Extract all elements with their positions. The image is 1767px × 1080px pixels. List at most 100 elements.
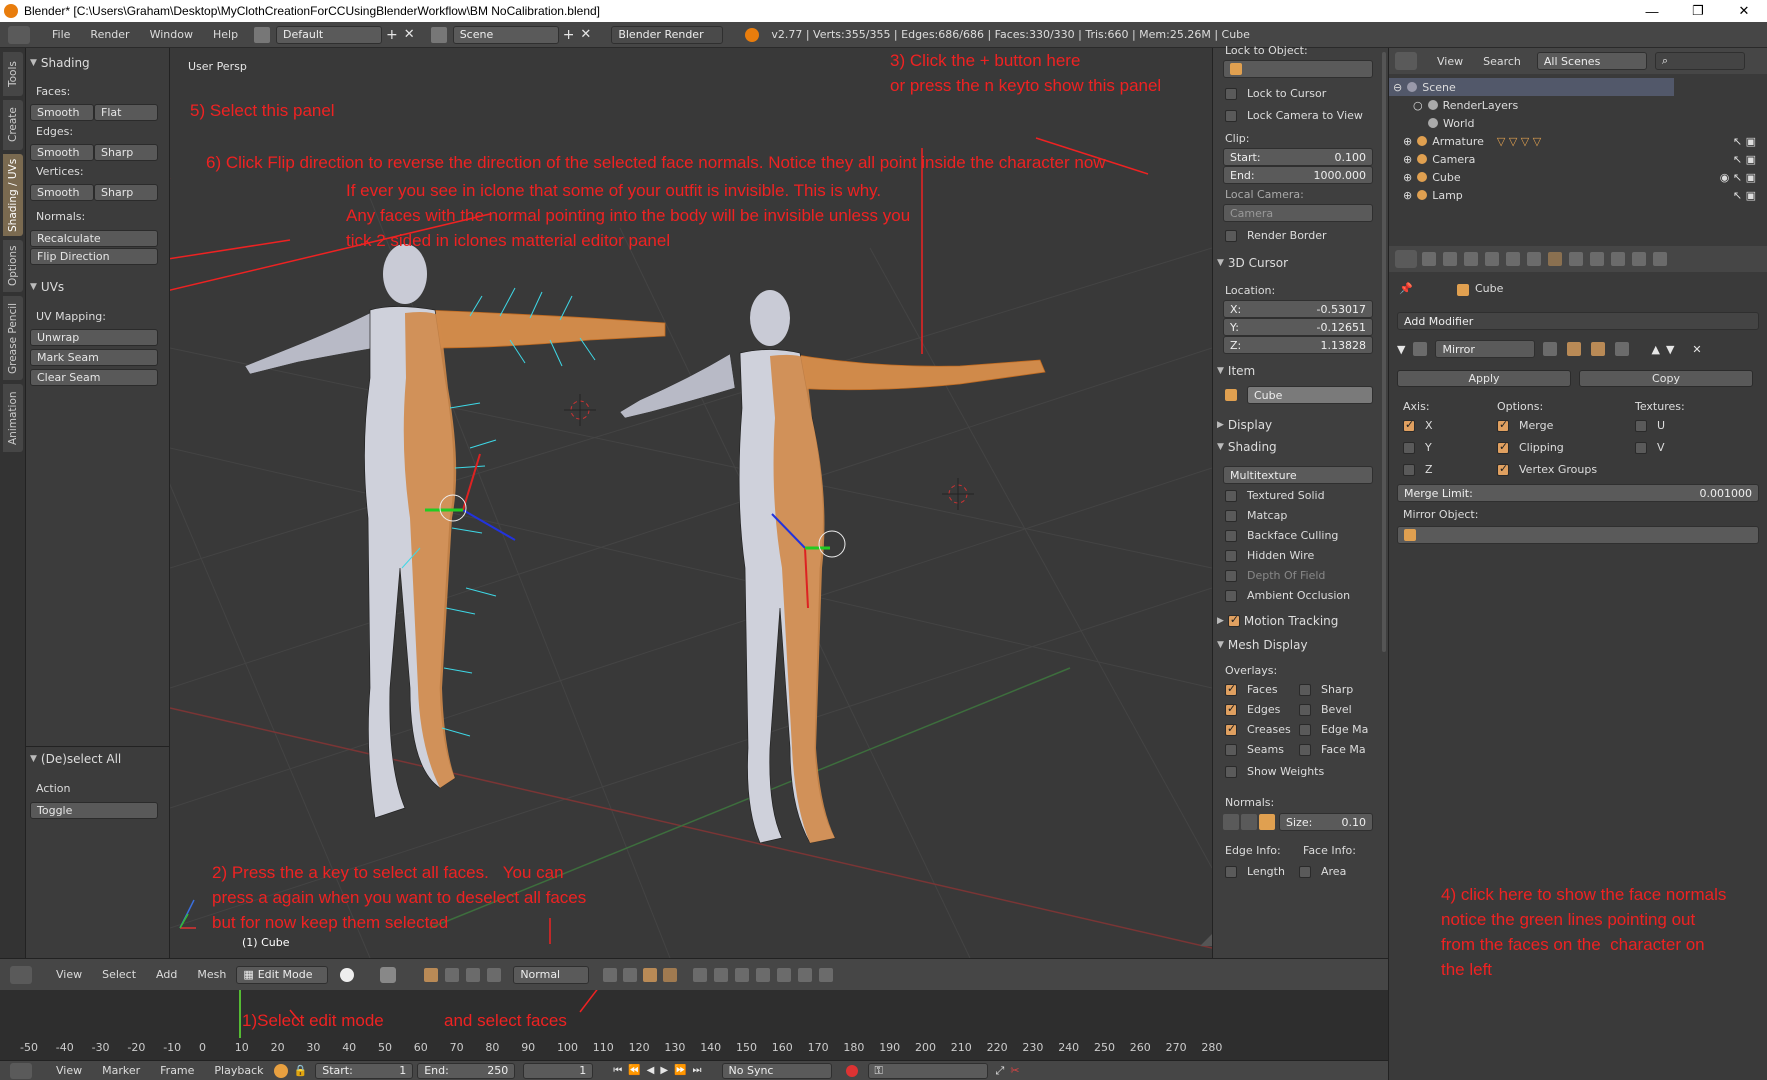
- tl-menu-marker[interactable]: Marker: [92, 1064, 150, 1077]
- end-frame-field[interactable]: End: 250: [417, 1062, 516, 1079]
- remove-modifier-icon[interactable]: ✕: [1692, 343, 1701, 356]
- texture-tab-icon[interactable]: [1611, 252, 1625, 266]
- current-frame-field[interactable]: 1: [523, 1062, 594, 1079]
- clip-end-field[interactable]: End: 1000.000: [1223, 166, 1373, 184]
- object-tab-icon[interactable]: [1506, 252, 1520, 266]
- edge-marks-overlay-checkbox[interactable]: [1299, 724, 1311, 736]
- vertices-sharp-button[interactable]: Sharp: [94, 184, 158, 201]
- info-editor-icon[interactable]: [8, 25, 30, 44]
- vp-menu-select[interactable]: Select: [92, 968, 146, 981]
- menu-help[interactable]: Help: [203, 28, 248, 41]
- vertices-smooth-button[interactable]: Smooth: [30, 184, 94, 201]
- sync-select[interactable]: No Sync: [721, 1062, 832, 1079]
- outliner-item-world[interactable]: World: [1413, 114, 1475, 132]
- cage-toggle-icon[interactable]: [1615, 342, 1630, 356]
- world-tab-icon[interactable]: [1485, 252, 1499, 266]
- pivot-icon[interactable]: [380, 966, 397, 983]
- scene-icon[interactable]: [430, 26, 447, 43]
- 3d-view-editor-icon[interactable]: [10, 965, 32, 984]
- clear-seam-button[interactable]: Clear Seam: [30, 369, 158, 386]
- recalculate-button[interactable]: Recalculate: [30, 230, 158, 247]
- creases-overlay-checkbox[interactable]: [1225, 722, 1237, 736]
- outliner-item-scene[interactable]: ⊖ Scene: [1393, 78, 1456, 96]
- uvs-panel-header[interactable]: ▼ UVs: [30, 280, 64, 294]
- shading-panel-header[interactable]: ▼ Shading: [30, 56, 90, 70]
- vp-menu-mesh[interactable]: Mesh: [187, 968, 236, 981]
- edit-mode-toggle-icon[interactable]: [1543, 342, 1558, 356]
- delete-keyframe-icon[interactable]: ✂: [1010, 1064, 1019, 1077]
- sharp-overlay-checkbox[interactable]: [1299, 684, 1311, 696]
- unwrap-button[interactable]: Unwrap: [30, 329, 158, 346]
- close-icon[interactable]: ✕: [1721, 0, 1767, 22]
- length-checkbox[interactable]: [1225, 866, 1237, 878]
- tab-tools[interactable]: Tools: [3, 52, 23, 96]
- normals-size-field[interactable]: Size: 0.10: [1279, 813, 1373, 831]
- tab-create[interactable]: Create: [3, 100, 23, 150]
- edges-sharp-button[interactable]: Sharp: [94, 144, 158, 161]
- matcap-checkbox[interactable]: [1225, 510, 1237, 522]
- proportional-edit-icons[interactable]: [691, 967, 835, 982]
- add-layout-icon[interactable]: +: [386, 27, 398, 43]
- deselect-all-panel-header[interactable]: ▼ (De)select All: [30, 752, 121, 766]
- record-icon[interactable]: [845, 1064, 858, 1077]
- split-normals-icon[interactable]: [1241, 814, 1257, 830]
- move-down-icon[interactable]: ▼: [1666, 343, 1674, 356]
- cursor-x-field[interactable]: X: -0.53017: [1223, 300, 1373, 318]
- tab-animation[interactable]: Animation: [3, 384, 23, 452]
- render-tab-icon[interactable]: [1422, 252, 1436, 266]
- render-layers-tab-icon[interactable]: [1443, 252, 1457, 266]
- outliner-item-cube[interactable]: ⊕ Cube: [1403, 168, 1461, 186]
- tab-shading-uvs[interactable]: Shading / UVs: [3, 154, 23, 236]
- tl-menu-frame[interactable]: Frame: [150, 1064, 204, 1077]
- lock-to-cursor-checkbox[interactable]: [1225, 88, 1237, 100]
- tl-menu-playback[interactable]: Playback: [204, 1064, 273, 1077]
- outliner-menu-view[interactable]: View: [1427, 55, 1473, 68]
- insert-keyframe-icon[interactable]: ⤢: [996, 1064, 1005, 1078]
- edges-smooth-button[interactable]: Smooth: [30, 144, 94, 161]
- add-modifier-select[interactable]: Add Modifier: [1397, 312, 1759, 330]
- vp-menu-add[interactable]: Add: [146, 968, 187, 981]
- render-engine-select[interactable]: Blender Render: [611, 25, 724, 44]
- axis-x-checkbox[interactable]: [1403, 418, 1415, 432]
- timeline[interactable]: 1)Select edit mode and select faces -50-…: [0, 990, 1388, 1060]
- render-border-checkbox[interactable]: [1225, 230, 1237, 242]
- motion-tracking-panel-header[interactable]: ▶Motion Tracking: [1217, 613, 1338, 628]
- merge-checkbox[interactable]: [1497, 418, 1509, 432]
- axis-y-checkbox[interactable]: [1403, 442, 1415, 454]
- textured-solid-checkbox[interactable]: [1225, 490, 1237, 502]
- outliner-restrict-columns[interactable]: ↖ ▣ ↖ ▣ ◉ ↖ ▣ ↖ ▣: [1674, 132, 1760, 204]
- backface-culling-checkbox[interactable]: [1225, 530, 1237, 542]
- 3d-cursor-panel-header[interactable]: ▼ 3D Cursor: [1217, 256, 1288, 270]
- 3d-viewport[interactable]: User Persp (1) Cube 5) Select this panel…: [170, 48, 1212, 958]
- clipping-checkbox[interactable]: [1497, 440, 1509, 454]
- add-scene-icon[interactable]: +: [563, 27, 575, 43]
- outliner-search-input[interactable]: ⌕: [1654, 52, 1745, 70]
- vertex-normals-icon[interactable]: [1223, 814, 1239, 830]
- mark-seam-button[interactable]: Mark Seam: [30, 349, 158, 366]
- outliner-item-lamp[interactable]: ⊕ Lamp: [1403, 186, 1463, 204]
- hidden-wire-checkbox[interactable]: [1225, 550, 1237, 562]
- modifier-name-field[interactable]: Mirror: [1435, 340, 1536, 358]
- depth-of-field-checkbox[interactable]: [1225, 570, 1237, 582]
- restore-icon[interactable]: ❐: [1675, 0, 1721, 22]
- outliner-item-camera[interactable]: ⊕ Camera: [1403, 150, 1475, 168]
- tl-menu-view[interactable]: View: [46, 1064, 92, 1077]
- outliner-item-armature[interactable]: ⊕ Armature ▽ ▽ ▽ ▽: [1403, 132, 1541, 150]
- properties-editor-icon[interactable]: [1395, 250, 1417, 268]
- timeline-editor-icon[interactable]: [10, 1062, 32, 1079]
- merge-limit-field[interactable]: Merge Limit: 0.001000: [1397, 484, 1759, 502]
- keying-set-field[interactable]: ⚿: [867, 1062, 988, 1079]
- apply-button[interactable]: Apply: [1397, 370, 1571, 387]
- viewport-toggle-icon[interactable]: [1567, 342, 1582, 356]
- clip-start-field[interactable]: Start: 0.100: [1223, 148, 1373, 166]
- ambient-occlusion-checkbox[interactable]: [1225, 590, 1237, 602]
- lock-icon[interactable]: 🔒: [294, 1064, 308, 1077]
- scene-field[interactable]: Scene: [452, 25, 559, 44]
- vertex-groups-checkbox[interactable]: [1497, 462, 1509, 476]
- outliner-menu-search[interactable]: Search: [1473, 55, 1531, 68]
- face-normals-icon[interactable]: [1259, 814, 1275, 830]
- cursor-y-field[interactable]: Y: -0.12651: [1223, 318, 1373, 336]
- tab-grease-pencil[interactable]: Grease Pencil: [3, 296, 23, 380]
- mirror-object-field[interactable]: [1397, 526, 1759, 544]
- tab-options[interactable]: Options: [3, 240, 23, 292]
